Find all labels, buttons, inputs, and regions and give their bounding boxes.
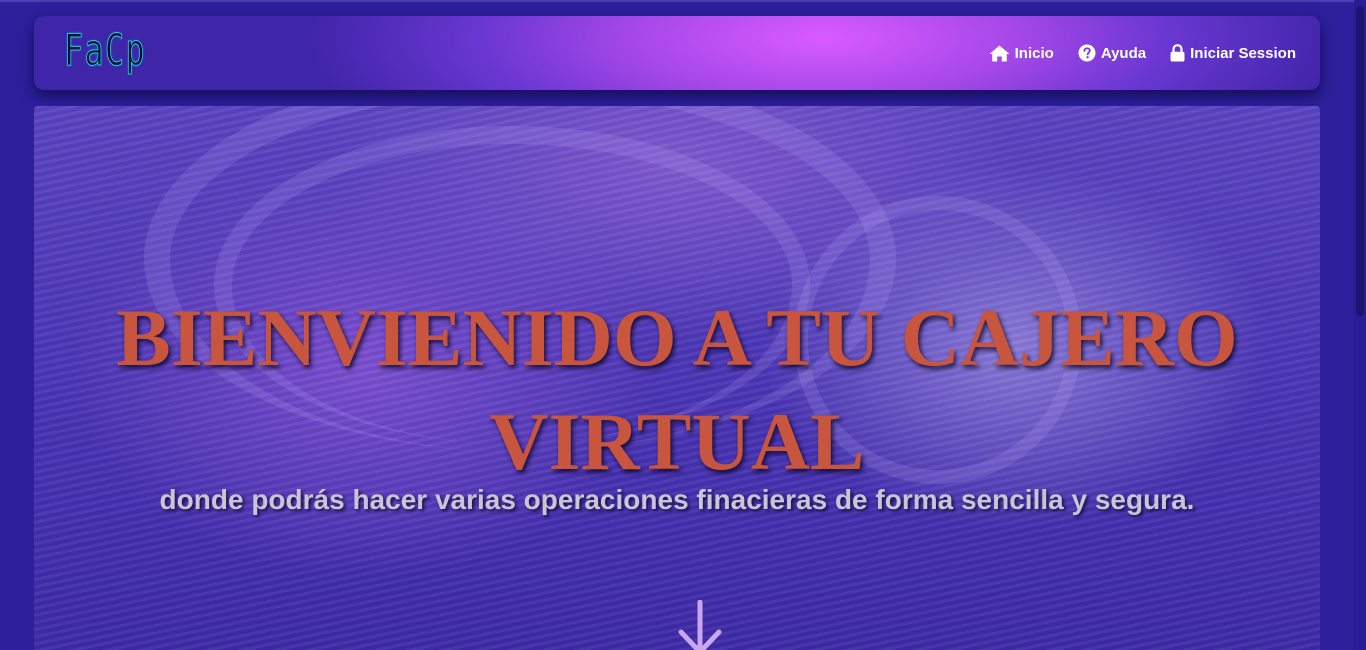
nav-link-ayuda[interactable]: Ayuda [1078,44,1146,62]
lock-icon [1170,44,1185,62]
hero-subtitle: donde podrás hacer varias operaciones fi… [159,484,1195,515]
page: FaCp Inicio Ayuda Iniciar Session BIENVI… [0,0,1366,650]
scrollbar-thumb[interactable] [1356,6,1364,316]
nav-link-label: Ayuda [1100,44,1147,62]
hero-title: BIENVIENIDO A TU CAJERO VIRTUAL [116,292,1238,487]
nav-link-iniciar-session[interactable]: Iniciar Session [1170,44,1296,62]
brand-logo[interactable]: FaCp [64,22,146,80]
top-border [0,0,1366,2]
navbar: FaCp Inicio Ayuda Iniciar Session [34,16,1320,90]
nav-link-inicio[interactable]: Inicio [989,45,1054,62]
nav-links: Inicio Ayuda Iniciar Session [989,16,1296,90]
hero-banner: BIENVIENIDO A TU CAJERO VIRTUAL donde po… [34,106,1320,650]
nav-link-label: Inicio [1014,44,1054,62]
page-scrollbar[interactable] [1354,0,1366,650]
home-icon [989,45,1010,62]
arrow-down-icon[interactable] [676,599,724,650]
question-circle-icon [1078,44,1096,62]
nav-link-label: Iniciar Session [1190,44,1296,62]
